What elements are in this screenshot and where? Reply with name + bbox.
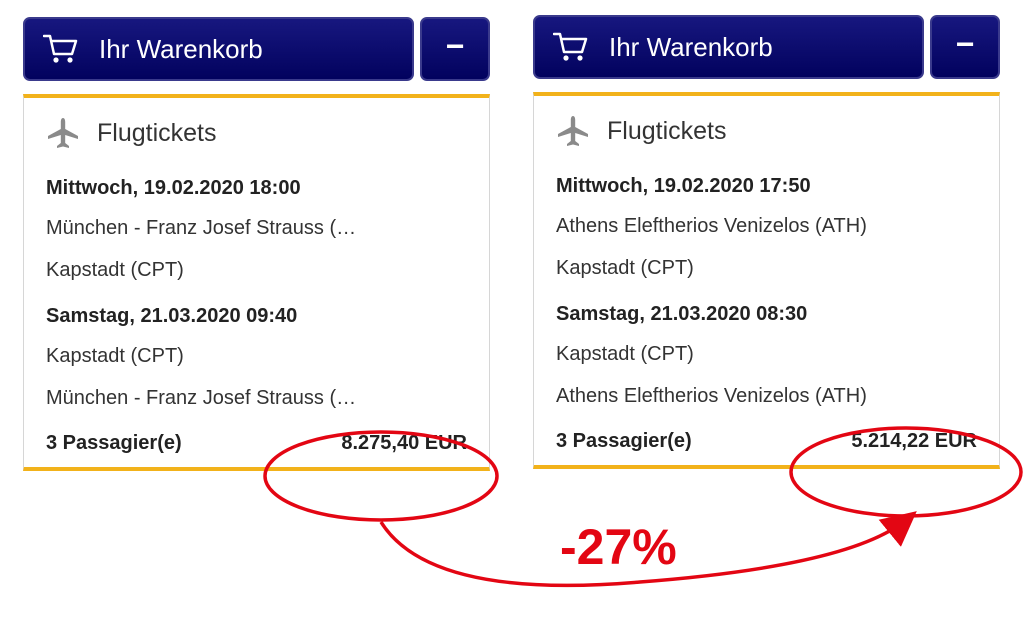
cart-widget-2: Ihr Warenkorb − Flugtickets Mittwoch, 19… [533,15,1000,469]
leg-date: Samstag, 21.03.2020 09:40 [46,305,298,327]
cart-footer: 3 Passagier(e) 5.214,22 EUR [556,430,977,453]
flight-leg-return: Samstag, 21.03.2020 09:40 Kapstadt (CPT)… [46,304,467,410]
cart-footer: 3 Passagier(e) 8.275,40 EUR [46,432,467,455]
shopping-cart-icon [43,33,79,65]
leg-date: Mittwoch, 19.02.2020 18:00 [46,177,301,199]
leg-date: Samstag, 21.03.2020 08:30 [556,303,808,325]
flight-leg-outbound: Mittwoch, 19.02.2020 17:50 Athens Elefth… [556,174,977,280]
section-title: Flugtickets [607,116,727,145]
cart-title: Ihr Warenkorb [609,31,773,62]
leg-destination: München - Franz Josef Strauss (… [46,387,357,409]
cart-header: Ihr Warenkorb − [23,17,490,81]
airplane-icon [46,116,80,150]
total-price: 5.214,22 EUR [851,430,977,452]
leg-origin: Kapstadt (CPT) [556,343,694,365]
leg-origin: Kapstadt (CPT) [46,345,184,367]
flight-leg-outbound: Mittwoch, 19.02.2020 18:00 München - Fra… [46,176,467,282]
cart-widget-1: Ihr Warenkorb − Flugtickets Mittwoch, 19… [23,17,490,471]
total-price: 8.275,40 EUR [341,432,467,454]
leg-origin: Athens Eleftherios Venizelos (ATH) [556,215,867,237]
leg-origin: München - Franz Josef Strauss (… [46,217,357,239]
collapse-button[interactable]: − [930,15,1000,79]
section-title: Flugtickets [97,118,217,147]
passenger-count: 3 Passagier(e) [556,430,692,452]
collapse-button[interactable]: − [420,17,490,81]
discount-label: -27% [560,519,677,575]
leg-destination: Kapstadt (CPT) [46,259,184,281]
cart-panel: Flugtickets Mittwoch, 19.02.2020 17:50 A… [533,92,1000,469]
leg-destination: Athens Eleftherios Venizelos (ATH) [556,385,867,407]
leg-destination: Kapstadt (CPT) [556,257,694,279]
cart-header: Ihr Warenkorb − [533,15,1000,79]
cart-toggle-button[interactable]: Ihr Warenkorb [23,17,414,81]
cart-title: Ihr Warenkorb [99,33,263,64]
flight-leg-return: Samstag, 21.03.2020 08:30 Kapstadt (CPT)… [556,302,977,408]
leg-date: Mittwoch, 19.02.2020 17:50 [556,175,811,197]
shopping-cart-icon [553,31,589,63]
cart-panel: Flugtickets Mittwoch, 19.02.2020 18:00 M… [23,94,490,471]
section-header: Flugtickets [556,114,977,148]
airplane-icon [556,114,590,148]
cart-toggle-button[interactable]: Ihr Warenkorb [533,15,924,79]
section-header: Flugtickets [46,116,467,150]
passenger-count: 3 Passagier(e) [46,432,182,454]
